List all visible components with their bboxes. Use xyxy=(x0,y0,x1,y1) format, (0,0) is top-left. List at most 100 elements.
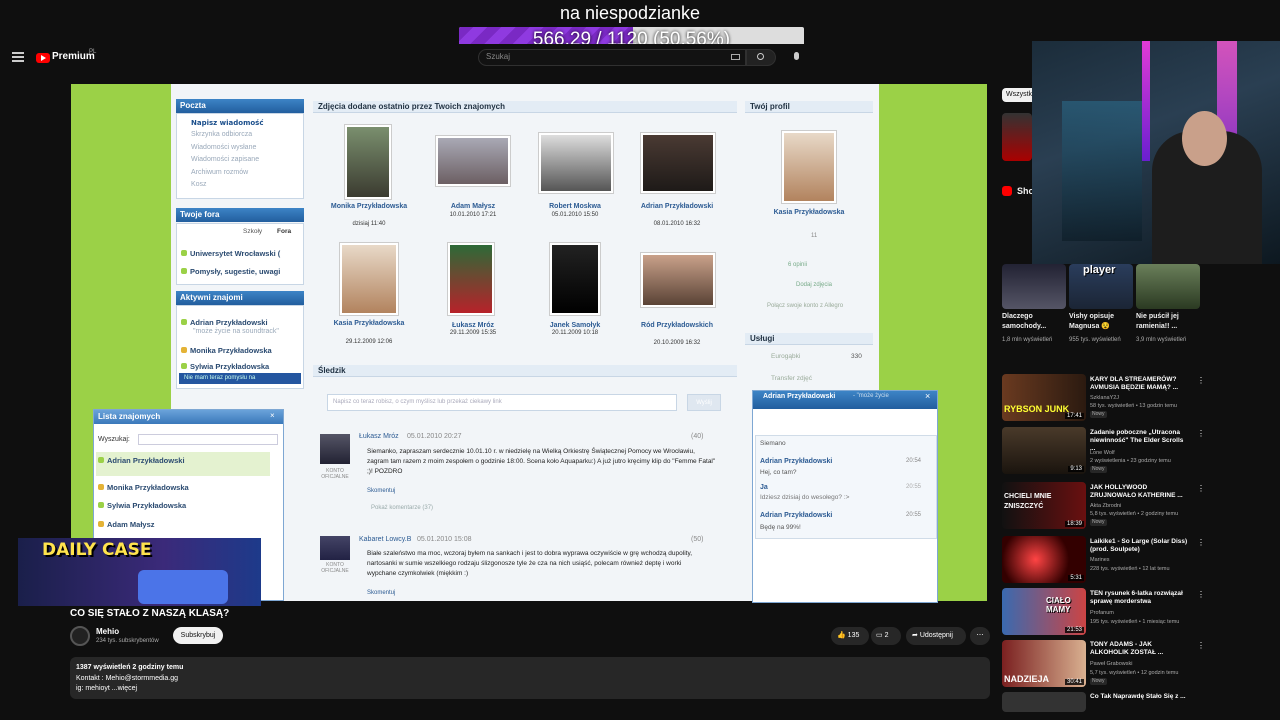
video-title[interactable]: Co Tak Naprawdę Stało Się z ... xyxy=(1090,693,1190,701)
post-text: Białe szaleństwo ma moc, wczoraj byłem n… xyxy=(367,550,693,577)
video-channel[interactable]: Akta Zbrodni xyxy=(1090,503,1200,510)
short-overlay-text: player xyxy=(1083,264,1116,276)
photo-author: Janek Samołyk xyxy=(549,322,601,329)
search-icon[interactable] xyxy=(757,53,764,60)
comment-count: 2 xyxy=(884,632,889,639)
hamburger-menu-icon[interactable] xyxy=(12,52,24,62)
video-thumbnail[interactable]: CHCIELI MNIE ZNISZCZYĆ 18:39 xyxy=(1002,482,1086,529)
video-meta: 195 tys. wyświetleń • 1 miesiąc temu xyxy=(1090,619,1180,625)
like-button[interactable]: 👍 135 xyxy=(831,627,869,645)
photo-date: 20.11.2009 10:18 xyxy=(551,330,599,336)
chat-author: Ja xyxy=(760,484,768,491)
like-count: 135 xyxy=(847,632,860,639)
daily-case-banner: DAILY CASE xyxy=(18,538,261,606)
photo-author: Ród Przykładowskich xyxy=(641,322,713,329)
video-thumbnail[interactable]: NADZIEJA 30:41 xyxy=(1002,640,1086,687)
video-meta: 228 tys. wyświetleń • 12 lat temu xyxy=(1090,566,1170,572)
chat-time: 20:55 xyxy=(906,484,922,490)
subscribe-button[interactable]: Subskrybuj xyxy=(173,627,223,644)
lista-search-label: Wyszukaj: xyxy=(98,436,130,443)
status-input: Nie mam teraz pomysłu na xyxy=(179,373,301,384)
photo-date: 05.01.2010 15:50 xyxy=(551,212,599,218)
post-show-comments[interactable]: Pokaż komentarze (37) xyxy=(371,505,433,511)
share-button[interactable]: ➦ Udostępnij xyxy=(906,627,966,645)
post-tag: KONTO OFICJALNE xyxy=(321,468,349,480)
lista-search-input[interactable] xyxy=(138,434,278,445)
video-thumbnail[interactable] xyxy=(1002,692,1086,712)
sledzik-send-button[interactable]: Wyślij xyxy=(687,394,721,411)
video-meta: 58 tys. wyświetleń • 13 godzin temu xyxy=(1090,403,1177,409)
profile-opinions[interactable]: 6 opinii xyxy=(788,262,807,268)
fora-tab-szkoly: Szkoły xyxy=(243,228,263,235)
video-title[interactable]: JAK HOLLYWOOD ZRUJNOWAŁO KATHERINE ... xyxy=(1090,484,1190,500)
friend-photo xyxy=(435,135,511,187)
keyboard-icon[interactable] xyxy=(731,54,740,60)
uslugi-item[interactable]: Eurogąbki xyxy=(771,353,800,360)
channel-avatar[interactable] xyxy=(70,626,90,646)
comments-button[interactable]: ▭ 2 xyxy=(871,627,901,645)
chat-author: Adrian Przykładowski xyxy=(760,458,833,465)
close-icon[interactable]: × xyxy=(925,391,930,401)
short-thumbnail[interactable] xyxy=(1002,264,1066,309)
profile-add-photo[interactable]: Dodaj zdjęcia xyxy=(796,282,832,288)
video-thumbnail[interactable]: 9:13 xyxy=(1002,427,1086,474)
video-player[interactable]: Poczta Napisz wiadomość Skrzynka odbiorc… xyxy=(71,84,987,603)
description-box[interactable] xyxy=(70,657,990,699)
photo-date: 20.10.2009 16:32 xyxy=(653,340,701,346)
short-thumbnail[interactable] xyxy=(1136,264,1200,309)
post-comment-link[interactable]: Skomentuj xyxy=(367,488,395,494)
more-vert-icon[interactable]: ⋮ xyxy=(1197,641,1205,650)
chat-title: Adrian Przykładowski xyxy=(763,393,836,400)
chat-author: Adrian Przykładowski xyxy=(760,512,833,519)
lista-item[interactable]: Adrian Przykładowski xyxy=(107,456,185,465)
profile-allegro-link[interactable]: Połącz swoje konto z Allegro xyxy=(767,303,843,309)
video-channel[interactable]: Profanum xyxy=(1090,610,1200,617)
youtube-logo-icon[interactable] xyxy=(36,53,50,63)
video-title[interactable]: TONY ADAMS - JAK ALKOHOLIK ZOSTAŁ ... xyxy=(1090,641,1190,657)
video-channel[interactable]: Marines xyxy=(1090,557,1200,564)
post-author: Łukasz Mróz xyxy=(359,433,399,440)
new-badge: Nowy xyxy=(1090,411,1107,418)
microphone-icon[interactable] xyxy=(794,52,799,60)
short-title[interactable]: Vishy opisuje Magnusa 😵 xyxy=(1069,312,1127,332)
chat-message: Siemano xyxy=(760,440,786,447)
video-thumbnail[interactable] xyxy=(1002,113,1032,161)
more-vert-icon[interactable]: ⋮ xyxy=(1197,590,1205,599)
video-channel[interactable]: Lone Wolf xyxy=(1090,450,1200,457)
post-comment-link[interactable]: Skomentuj xyxy=(367,590,395,596)
filter-chip-all[interactable]: Wszystkie xyxy=(1002,88,1038,102)
video-thumbnail[interactable]: 5:31 xyxy=(1002,536,1086,583)
more-actions-button[interactable]: ⋯ xyxy=(970,627,990,645)
short-title[interactable]: Dlaczego samochody... xyxy=(1002,312,1060,332)
video-channel[interactable]: Paweł Grabowski xyxy=(1090,661,1200,668)
video-thumbnail[interactable]: RYBSON JUNK 17:41 xyxy=(1002,374,1086,421)
friend-photo xyxy=(640,132,716,194)
share-icon: ➦ xyxy=(912,632,920,639)
more-vert-icon[interactable]: ⋮ xyxy=(1197,538,1205,547)
search-input[interactable]: Szukaj xyxy=(478,49,746,66)
video-title[interactable]: TEN rysunek 6-latka rozwiązał sprawę mor… xyxy=(1090,590,1190,606)
sledzik-input[interactable]: Napisz co teraz robisz, o czym myślisz l… xyxy=(327,394,677,411)
video-title[interactable]: Laikike1 - So Large (Solar Diss) (prod. … xyxy=(1090,538,1190,554)
streamer-webcam xyxy=(1032,41,1280,264)
uslugi-item[interactable]: Transfer zdjęć xyxy=(771,375,812,382)
video-title[interactable]: KARY DLA STREAMERÓW? AVMUSIA BĘDZIE MAMĄ… xyxy=(1090,376,1190,392)
video-channel[interactable]: SzklanaY2J xyxy=(1090,395,1200,402)
profil-header: Twój profil xyxy=(745,101,873,113)
daily-case-text: DAILY CASE xyxy=(42,540,152,560)
channel-name[interactable]: Mehio xyxy=(96,627,119,636)
more-vert-icon[interactable]: ⋮ xyxy=(1197,484,1205,493)
lista-item[interactable]: Monika Przykładowska xyxy=(107,483,189,492)
more-vert-icon[interactable]: ⋮ xyxy=(1197,429,1205,438)
short-title[interactable]: Nie puścił jej ramienia!! ... xyxy=(1136,312,1192,332)
new-badge: Nowy xyxy=(1090,466,1107,473)
description-ig[interactable]: ig: mehioyt ...więcej xyxy=(76,685,137,692)
video-thumbnail[interactable]: CIAŁO MAMY 21:53 xyxy=(1002,588,1086,635)
close-icon[interactable]: × xyxy=(270,411,275,420)
poczta-list: Napisz wiadomość Skrzynka odbiorcza Wiad… xyxy=(176,113,304,199)
lista-item[interactable]: Adam Małysz xyxy=(107,520,155,529)
short-thumbnail[interactable]: player xyxy=(1069,264,1133,309)
lista-item[interactable]: Sylwia Przykładowska xyxy=(107,501,186,510)
chat-messages: Siemano Adrian Przykładowski 20:54 Hej, … xyxy=(755,435,937,539)
more-vert-icon[interactable]: ⋮ xyxy=(1197,376,1205,385)
